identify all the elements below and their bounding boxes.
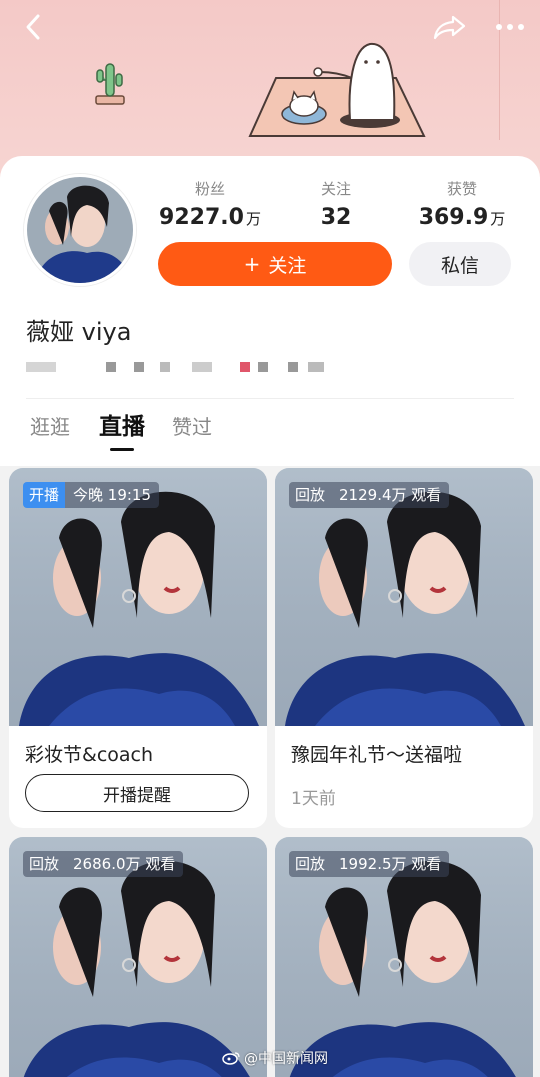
more-dots-icon	[496, 24, 524, 30]
tab-browse[interactable]: 逛逛	[30, 412, 70, 452]
status-badge: 回放 1992.5万 观看	[289, 851, 450, 877]
ghost-cat-illustration	[248, 42, 426, 137]
replay-tag: 回放	[289, 851, 332, 877]
watermark: @中国新闻网	[222, 1048, 328, 1068]
follow-button[interactable]: + 关注	[158, 242, 392, 286]
schedule-time: 今晚 19:15	[65, 482, 160, 508]
replay-tag: 回放	[23, 851, 66, 877]
status-badge: 开播 今晚 19:15	[23, 482, 160, 508]
username: 薇娅 viya	[26, 318, 132, 346]
blurred-info	[26, 362, 346, 374]
replay-tag: 回放	[289, 482, 332, 508]
remind-button[interactable]: 开播提醒	[25, 774, 249, 812]
message-button[interactable]: 私信	[409, 242, 511, 286]
fans-stat[interactable]: 粉丝 9227.0 万	[150, 178, 270, 230]
weibo-logo-icon	[222, 1052, 240, 1065]
share-button[interactable]	[432, 12, 468, 42]
follow-label: 关注	[268, 254, 307, 277]
profile-tabs: 逛逛 直播 赞过	[0, 412, 540, 462]
replay-card[interactable]: 回放 2129.4万 观看 豫园年礼节～送福啦 1天前	[275, 468, 533, 828]
cactus-illustration	[95, 63, 125, 105]
tab-live[interactable]: 直播	[99, 412, 145, 452]
replay-card[interactable]: 回放 1992.5万 观看	[275, 837, 533, 1077]
likes-stat[interactable]: 获赞 369.9 万	[402, 178, 522, 230]
following-stat[interactable]: 关注 32	[276, 178, 396, 230]
stream-title: 豫园年礼节～送福啦	[291, 744, 463, 766]
stream-title: 彩妆节&coach	[25, 744, 154, 766]
view-count: 2686.0万 观看	[65, 851, 184, 877]
active-tab-indicator	[110, 448, 134, 451]
tab-liked[interactable]: 赞过	[172, 412, 212, 452]
stream-time: 1天前	[291, 789, 336, 809]
live-tag: 开播	[23, 482, 66, 508]
following-label: 关注	[320, 180, 351, 198]
divider	[26, 398, 514, 399]
replay-card[interactable]: 回放 2686.0万 观看	[9, 837, 267, 1077]
view-count: 2129.4万 观看	[331, 482, 450, 508]
more-button[interactable]	[492, 12, 528, 42]
share-arrow-icon	[433, 15, 466, 40]
likes-label: 获赞	[446, 180, 477, 198]
avatar[interactable]	[24, 174, 136, 286]
view-count: 1992.5万 观看	[331, 851, 450, 877]
fans-label: 粉丝	[194, 180, 225, 198]
following-value: 32	[320, 205, 352, 230]
fans-value: 9227.0 万	[159, 205, 261, 230]
likes-value: 369.9 万	[418, 205, 506, 230]
status-badge: 回放 2686.0万 观看	[23, 851, 184, 877]
chevron-left-icon	[26, 14, 40, 40]
plus-icon: +	[243, 252, 261, 276]
back-button[interactable]	[18, 12, 48, 42]
watermark-text: @中国新闻网	[244, 1051, 328, 1067]
profile-card: 粉丝 9227.0 万 关注 32 获赞 369.9 万 + 关注 私信 薇娅 vi…	[0, 156, 540, 466]
status-badge: 回放 2129.4万 观看	[289, 482, 450, 508]
live-card-upcoming[interactable]: 开播 今晚 19:15 彩妆节&coach 开播提醒	[9, 468, 267, 828]
